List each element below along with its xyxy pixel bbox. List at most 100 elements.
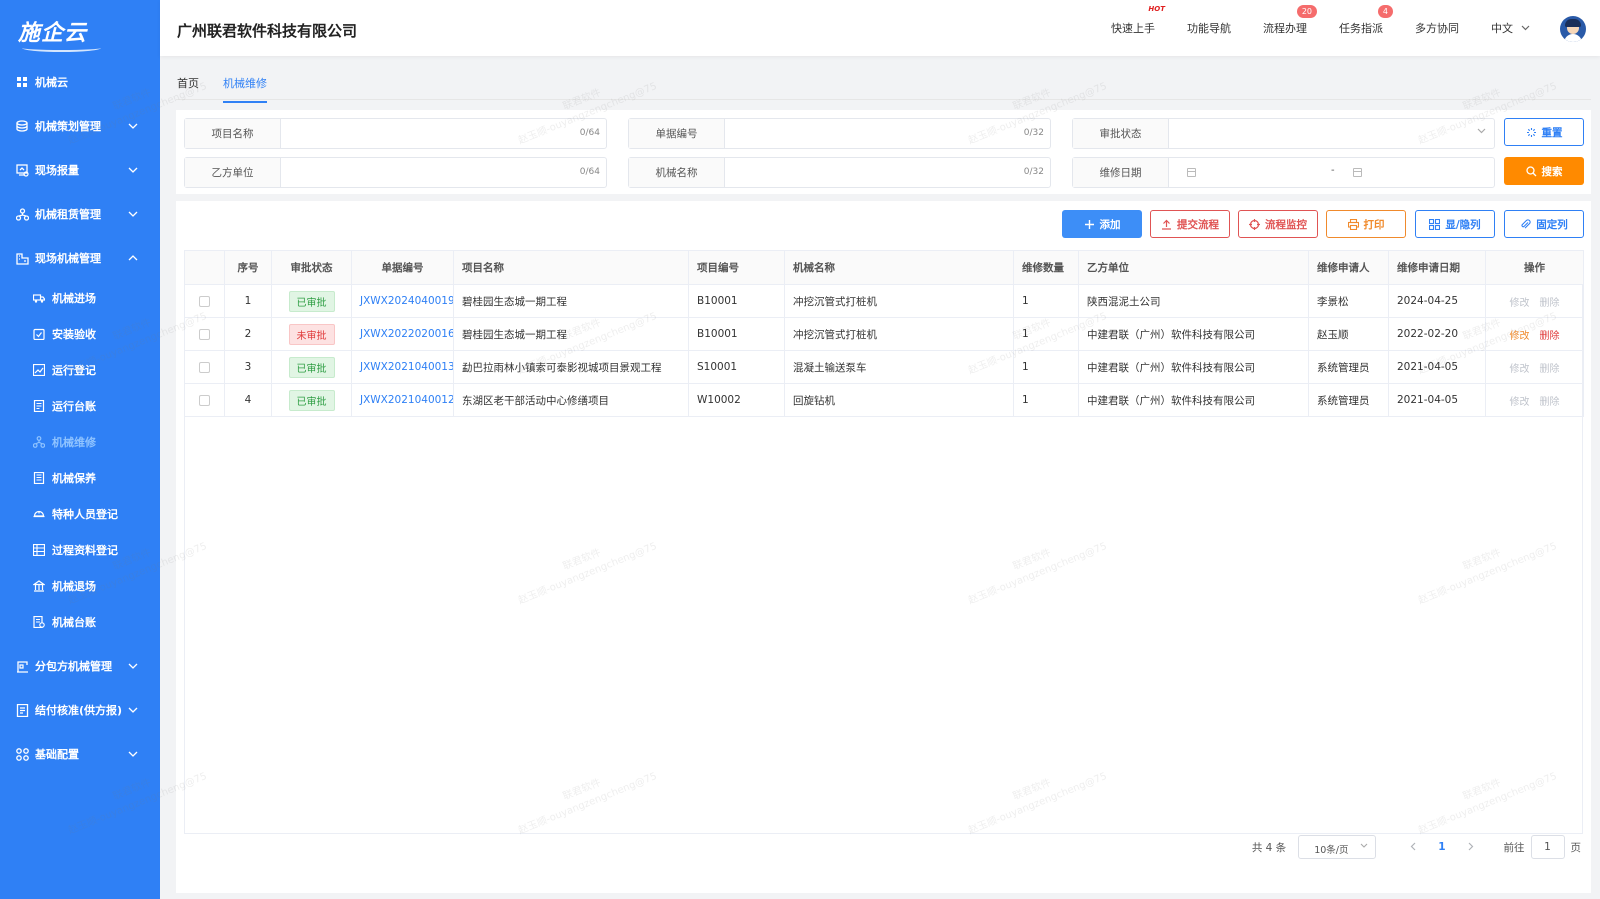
cell-status: 未审批: [271, 317, 352, 351]
chevron-down-icon: [128, 661, 138, 671]
header-tasks[interactable]: 任务指派 4: [1339, 5, 1393, 36]
edit-link[interactable]: 修改: [1510, 397, 1530, 408]
cell-party-b: 陕西混泥土公司: [1078, 284, 1309, 318]
edit-link[interactable]: 修改: [1510, 331, 1530, 342]
search-button[interactable]: 搜索: [1504, 157, 1584, 185]
table-row[interactable]: 4 已审批 JXWX2021040012 东湖区老干部活动中心修缮项目 W100…: [184, 383, 1584, 417]
delete-link[interactable]: 删除: [1540, 298, 1560, 309]
cell-doc-no: JXWX2021040013: [351, 350, 454, 384]
delete-link[interactable]: 删除: [1540, 331, 1560, 342]
fix-columns-button[interactable]: 固定列: [1504, 210, 1584, 238]
col-header[interactable]: 维修申请日期: [1388, 250, 1486, 285]
row-checkbox-cell[interactable]: [184, 284, 225, 318]
cell-project-no: W10002: [688, 383, 785, 417]
table-row[interactable]: 2 未审批 JXWX2022020016 碧桂园生态城一期工程 B10001 冲…: [184, 317, 1584, 351]
flow-monitor-button[interactable]: 流程监控: [1238, 210, 1318, 238]
doc-no-link[interactable]: JXWX2024040019: [360, 295, 453, 307]
party-b-input[interactable]: 0/64: [281, 158, 606, 187]
row-checkbox[interactable]: [199, 295, 210, 307]
col-header[interactable]: 项目名称: [453, 250, 689, 285]
edit-link[interactable]: 修改: [1510, 364, 1530, 375]
delete-link[interactable]: 删除: [1540, 397, 1560, 408]
show-hide-columns-button[interactable]: 显/隐列: [1415, 210, 1495, 238]
next-page-icon[interactable]: [1468, 840, 1474, 854]
col-header[interactable]: 单据编号: [351, 250, 454, 285]
tab-home[interactable]: 首页: [177, 75, 199, 91]
doc-no-link[interactable]: JXWX2021040013: [360, 361, 453, 373]
submit-flow-button[interactable]: 提交流程: [1150, 210, 1230, 238]
reset-button[interactable]: 重置: [1504, 118, 1584, 146]
cell-applicant: 赵玉顺: [1308, 317, 1389, 351]
page-size-select[interactable]: 10条/页: [1298, 835, 1377, 859]
avatar[interactable]: [1560, 16, 1586, 42]
row-checkbox[interactable]: [199, 328, 210, 340]
tab-machine-repair[interactable]: 机械维修: [223, 75, 267, 103]
repair-date-range[interactable]: -: [1169, 158, 1494, 187]
sidebar-subitem-acceptance[interactable]: 安装验收: [0, 316, 160, 352]
list-document-icon: [33, 472, 45, 484]
row-checkbox-cell[interactable]: [184, 383, 225, 417]
header-quick-start[interactable]: 快速上手 HOT: [1111, 5, 1165, 36]
sidebar-item-site-report[interactable]: 现场报量: [0, 148, 160, 192]
cell-applicant: 李景松: [1308, 284, 1389, 318]
select-all-cell[interactable]: [184, 250, 225, 285]
col-header[interactable]: 序号: [224, 250, 272, 285]
page-number-current[interactable]: 1: [1438, 841, 1445, 853]
row-checkbox-cell[interactable]: [184, 317, 225, 351]
sidebar-item-basic-config[interactable]: 基础配置: [0, 732, 160, 776]
sidebar-item-rental[interactable]: 机械租赁管理: [0, 192, 160, 236]
sidebar-subitem-maintenance[interactable]: 机械保养: [0, 460, 160, 496]
reset-label: 重置: [1541, 126, 1563, 139]
tabs-divider: [176, 99, 1591, 100]
sidebar-subitem-run-register[interactable]: 运行登记: [0, 352, 160, 388]
header-process[interactable]: 流程办理 20: [1263, 5, 1317, 36]
cell-actions: 修改 删除: [1485, 350, 1584, 384]
language-select[interactable]: 中文: [1491, 20, 1530, 36]
project-name-input[interactable]: 0/64: [281, 119, 606, 148]
sidebar-subitem-repair[interactable]: 机械维修: [0, 424, 160, 460]
cell-qty: 1: [1013, 317, 1079, 351]
sidebar-subitem-machine-ledger[interactable]: 机械台账: [0, 604, 160, 640]
machinery-icon: [16, 252, 29, 265]
sidebar-subitem-process-docs[interactable]: 过程资料登记: [0, 532, 160, 568]
sidebar-item-site-machinery[interactable]: 现场机械管理: [0, 236, 160, 280]
col-header[interactable]: 乙方单位: [1078, 250, 1309, 285]
header-collaboration[interactable]: 多方协同: [1415, 20, 1459, 36]
add-button[interactable]: 添加: [1062, 210, 1142, 238]
delete-link[interactable]: 删除: [1540, 364, 1560, 375]
status-badge: 已审批: [288, 290, 335, 312]
sidebar-item-jixieyun[interactable]: 机械云: [0, 60, 160, 104]
col-header[interactable]: 机械名称: [784, 250, 1014, 285]
row-checkbox[interactable]: [199, 394, 210, 406]
doc-no-link[interactable]: JXWX2021040012: [360, 394, 453, 406]
target-icon: [1249, 218, 1260, 230]
header-function-nav[interactable]: 功能导航: [1187, 20, 1231, 36]
sidebar-item-settlement[interactable]: 结付核准(供方报): [0, 688, 160, 732]
logo[interactable]: 施企云: [0, 0, 160, 62]
table-row[interactable]: 1 已审批 JXWX2024040019 碧桂园生态城一期工程 B10001 冲…: [184, 284, 1584, 318]
goto-page-input[interactable]: 1: [1530, 835, 1565, 859]
page-tabs: 首页 机械维修: [160, 56, 1600, 103]
row-checkbox[interactable]: [199, 361, 210, 373]
prev-page-icon[interactable]: [1410, 840, 1416, 854]
repair-date-field: 维修日期 -: [1072, 157, 1495, 188]
edit-link[interactable]: 修改: [1510, 298, 1530, 309]
approval-status-select[interactable]: [1169, 119, 1494, 148]
doc-no-link[interactable]: JXWX2022020016: [360, 328, 453, 340]
col-header[interactable]: 审批状态: [271, 250, 352, 285]
sidebar-item-subcontractor[interactable]: 分包方机械管理: [0, 644, 160, 688]
col-header[interactable]: 维修申请人: [1308, 250, 1389, 285]
sidebar-subitem-special-personnel[interactable]: 特种人员登记: [0, 496, 160, 532]
sidebar-subitem-exit[interactable]: 机械退场: [0, 568, 160, 604]
row-checkbox-cell[interactable]: [184, 350, 225, 384]
print-button[interactable]: 打印: [1326, 210, 1406, 238]
col-header[interactable]: 维修数量: [1013, 250, 1079, 285]
machine-name-input[interactable]: 0/32: [725, 158, 1050, 187]
doc-no-input[interactable]: 0/32: [725, 119, 1050, 148]
table-row[interactable]: 3 已审批 JXWX2021040013 勐巴拉雨林小镇索可泰影视城项目景观工程…: [184, 350, 1584, 384]
sidebar-subitem-run-ledger[interactable]: 运行台账: [0, 388, 160, 424]
sidebar-item-planning[interactable]: 机械策划管理: [0, 104, 160, 148]
cell-project: 碧桂园生态城一期工程: [453, 284, 689, 318]
col-header[interactable]: 项目编号: [688, 250, 785, 285]
sidebar-subitem-entry[interactable]: 机械进场: [0, 280, 160, 316]
